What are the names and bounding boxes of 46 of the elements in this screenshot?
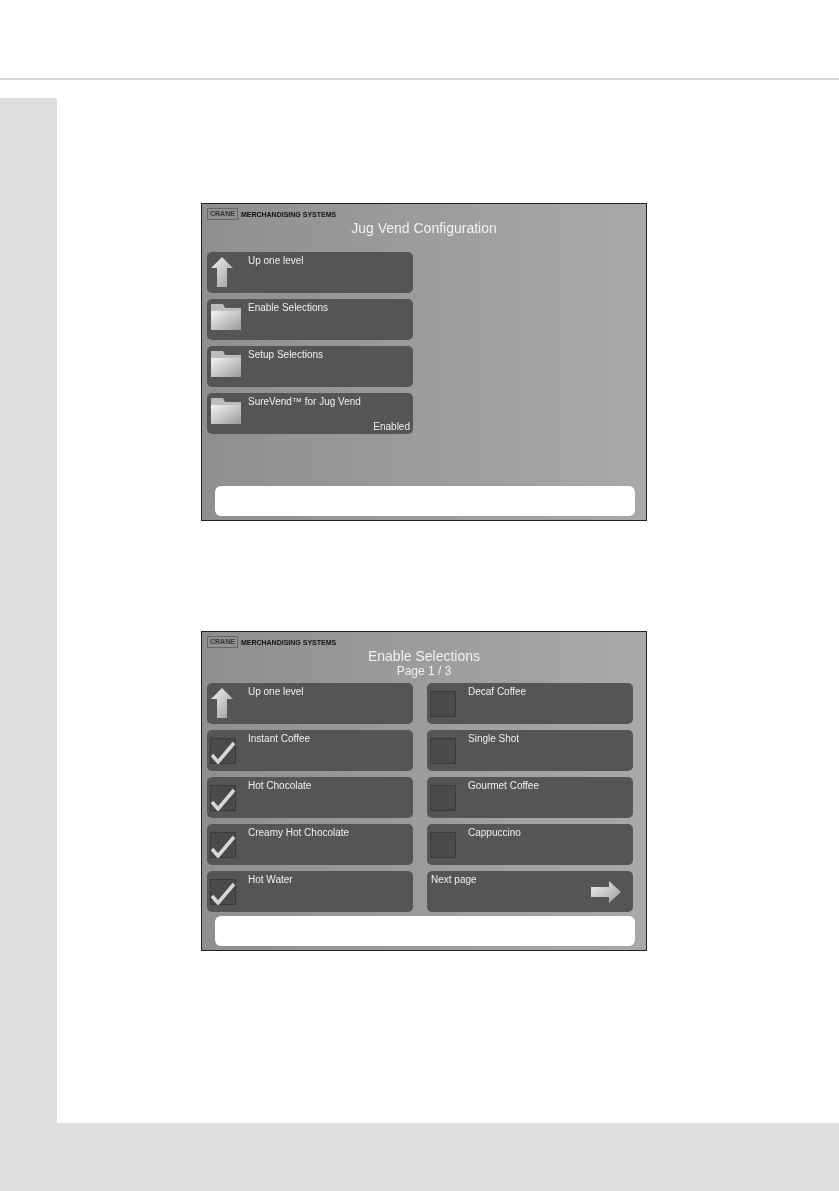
checkbox[interactable] <box>210 785 236 811</box>
page-indicator: Page 1 / 3 <box>395 664 453 678</box>
menu-button[interactable]: Gourmet Coffee <box>427 777 633 818</box>
menu-button[interactable]: Cappuccino <box>427 824 633 865</box>
button-label: Decaf Coffee <box>468 686 527 697</box>
button-label: Up one level <box>248 686 304 697</box>
menu-button[interactable]: Hot Chocolate <box>207 777 413 818</box>
up-arrow-icon <box>211 688 233 718</box>
button-label: Single Shot <box>468 733 520 744</box>
menu-button[interactable]: Hot Water <box>207 871 413 912</box>
menu-button[interactable]: Up one level <box>207 252 413 293</box>
menu-button[interactable]: Setup Selections <box>207 346 413 387</box>
menu-button[interactable]: Decaf Coffee <box>427 683 633 724</box>
folder-icon <box>211 304 241 330</box>
screen-title: Enable Selections <box>366 648 482 664</box>
menu-button[interactable]: Next page <box>427 871 633 912</box>
status-value: Enabled <box>373 421 410 432</box>
checkbox[interactable] <box>430 691 456 717</box>
checkbox[interactable] <box>210 879 236 905</box>
checkbox[interactable] <box>430 832 456 858</box>
folder-icon <box>211 398 241 424</box>
menu-button[interactable]: Instant Coffee <box>207 730 413 771</box>
up-arrow-icon <box>211 257 233 287</box>
checkbox[interactable] <box>430 785 456 811</box>
checkbox[interactable] <box>210 832 236 858</box>
button-label: Instant Coffee <box>248 733 311 744</box>
checkbox[interactable] <box>430 738 456 764</box>
button-label: Hot Chocolate <box>248 780 312 791</box>
menu-button[interactable]: Creamy Hot Chocolate <box>207 824 413 865</box>
button-label: Hot Water <box>248 874 293 885</box>
button-label: Cappuccino <box>468 827 521 838</box>
button-label: Gourmet Coffee <box>468 780 539 791</box>
button-label: Creamy Hot Chocolate <box>248 827 350 838</box>
button-label: Next page <box>431 874 477 885</box>
screen-title: Jug Vend Configuration <box>350 220 498 236</box>
button-label: SureVend™ for Jug Vend <box>248 396 361 407</box>
menu-button[interactable]: SureVend™ for Jug Vend Enabled <box>207 393 413 434</box>
checkbox[interactable] <box>210 738 236 764</box>
button-label: Setup Selections <box>248 349 324 360</box>
menu-button[interactable]: Single Shot <box>427 730 633 771</box>
button-label: Up one level <box>248 255 304 266</box>
folder-icon <box>211 351 241 377</box>
right-arrow-icon <box>591 881 621 903</box>
menu-button[interactable]: Enable Selections <box>207 299 413 340</box>
button-label: Enable Selections <box>248 302 329 313</box>
menu-button[interactable]: Up one level <box>207 683 413 724</box>
